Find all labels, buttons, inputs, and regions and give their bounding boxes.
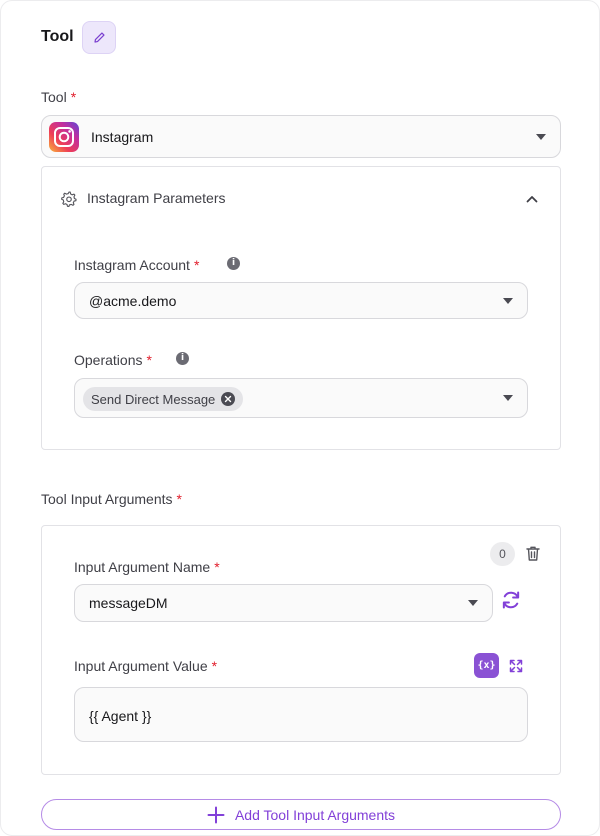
parameters-card: Instagram Parameters Instagram Account * … [41, 166, 561, 450]
panel-title: Tool [41, 28, 74, 45]
instagram-logo-icon [49, 122, 79, 152]
add-tool-input-arguments-button[interactable]: Add Tool Input Arguments [41, 799, 561, 830]
expand-button[interactable] [507, 657, 525, 675]
parameters-title: Instagram Parameters [87, 190, 226, 206]
operations-select[interactable]: Send Direct Message [74, 378, 528, 418]
account-info-icon[interactable]: i [227, 257, 240, 270]
delete-argument-button[interactable] [523, 543, 543, 563]
argument-name-label: Input Argument Name * [74, 559, 220, 575]
operations-label: Operations * [74, 352, 152, 368]
account-label: Instagram Account * [74, 257, 200, 273]
chevron-down-icon [468, 600, 478, 606]
chevron-down-icon [503, 395, 513, 401]
refresh-icon [502, 591, 520, 609]
operation-chip-label: Send Direct Message [91, 391, 216, 407]
pencil-icon [93, 32, 105, 43]
account-select[interactable]: @acme.demo [74, 282, 528, 319]
plus-icon [207, 806, 225, 823]
insert-variable-button[interactable]: {x} [474, 653, 499, 678]
gear-icon [61, 191, 77, 208]
argument-name-value: messageDM [89, 595, 168, 611]
tool-label: Tool * [41, 89, 77, 105]
expand-icon [509, 659, 523, 673]
argument-name-select[interactable]: messageDM [74, 584, 493, 622]
chevron-up-icon [526, 196, 538, 203]
refresh-button[interactable] [499, 588, 523, 612]
argument-value-label: Input Argument Value * [74, 658, 218, 674]
args-label: Tool Input Arguments * [41, 491, 182, 507]
tool-panel: Tool Tool * Instagram Instagram Paramete… [0, 0, 600, 836]
operations-info-icon[interactable]: i [176, 352, 189, 365]
add-button-label: Add Tool Input Arguments [234, 806, 396, 823]
collapse-parameters-button[interactable] [522, 189, 542, 209]
argument-value-input[interactable]: {{ Agent }} [74, 687, 528, 742]
chevron-down-icon [536, 133, 546, 140]
operation-chip: Send Direct Message [83, 387, 244, 411]
chevron-down-icon [503, 297, 513, 304]
trash-icon [526, 546, 540, 561]
argument-index-badge: 0 [490, 542, 515, 566]
account-select-value: @acme.demo [89, 292, 177, 309]
edit-title-button[interactable] [82, 21, 116, 54]
remove-chip-icon[interactable] [221, 392, 236, 406]
tool-select-value: Instagram [91, 128, 154, 145]
tool-select[interactable]: Instagram [41, 115, 561, 158]
